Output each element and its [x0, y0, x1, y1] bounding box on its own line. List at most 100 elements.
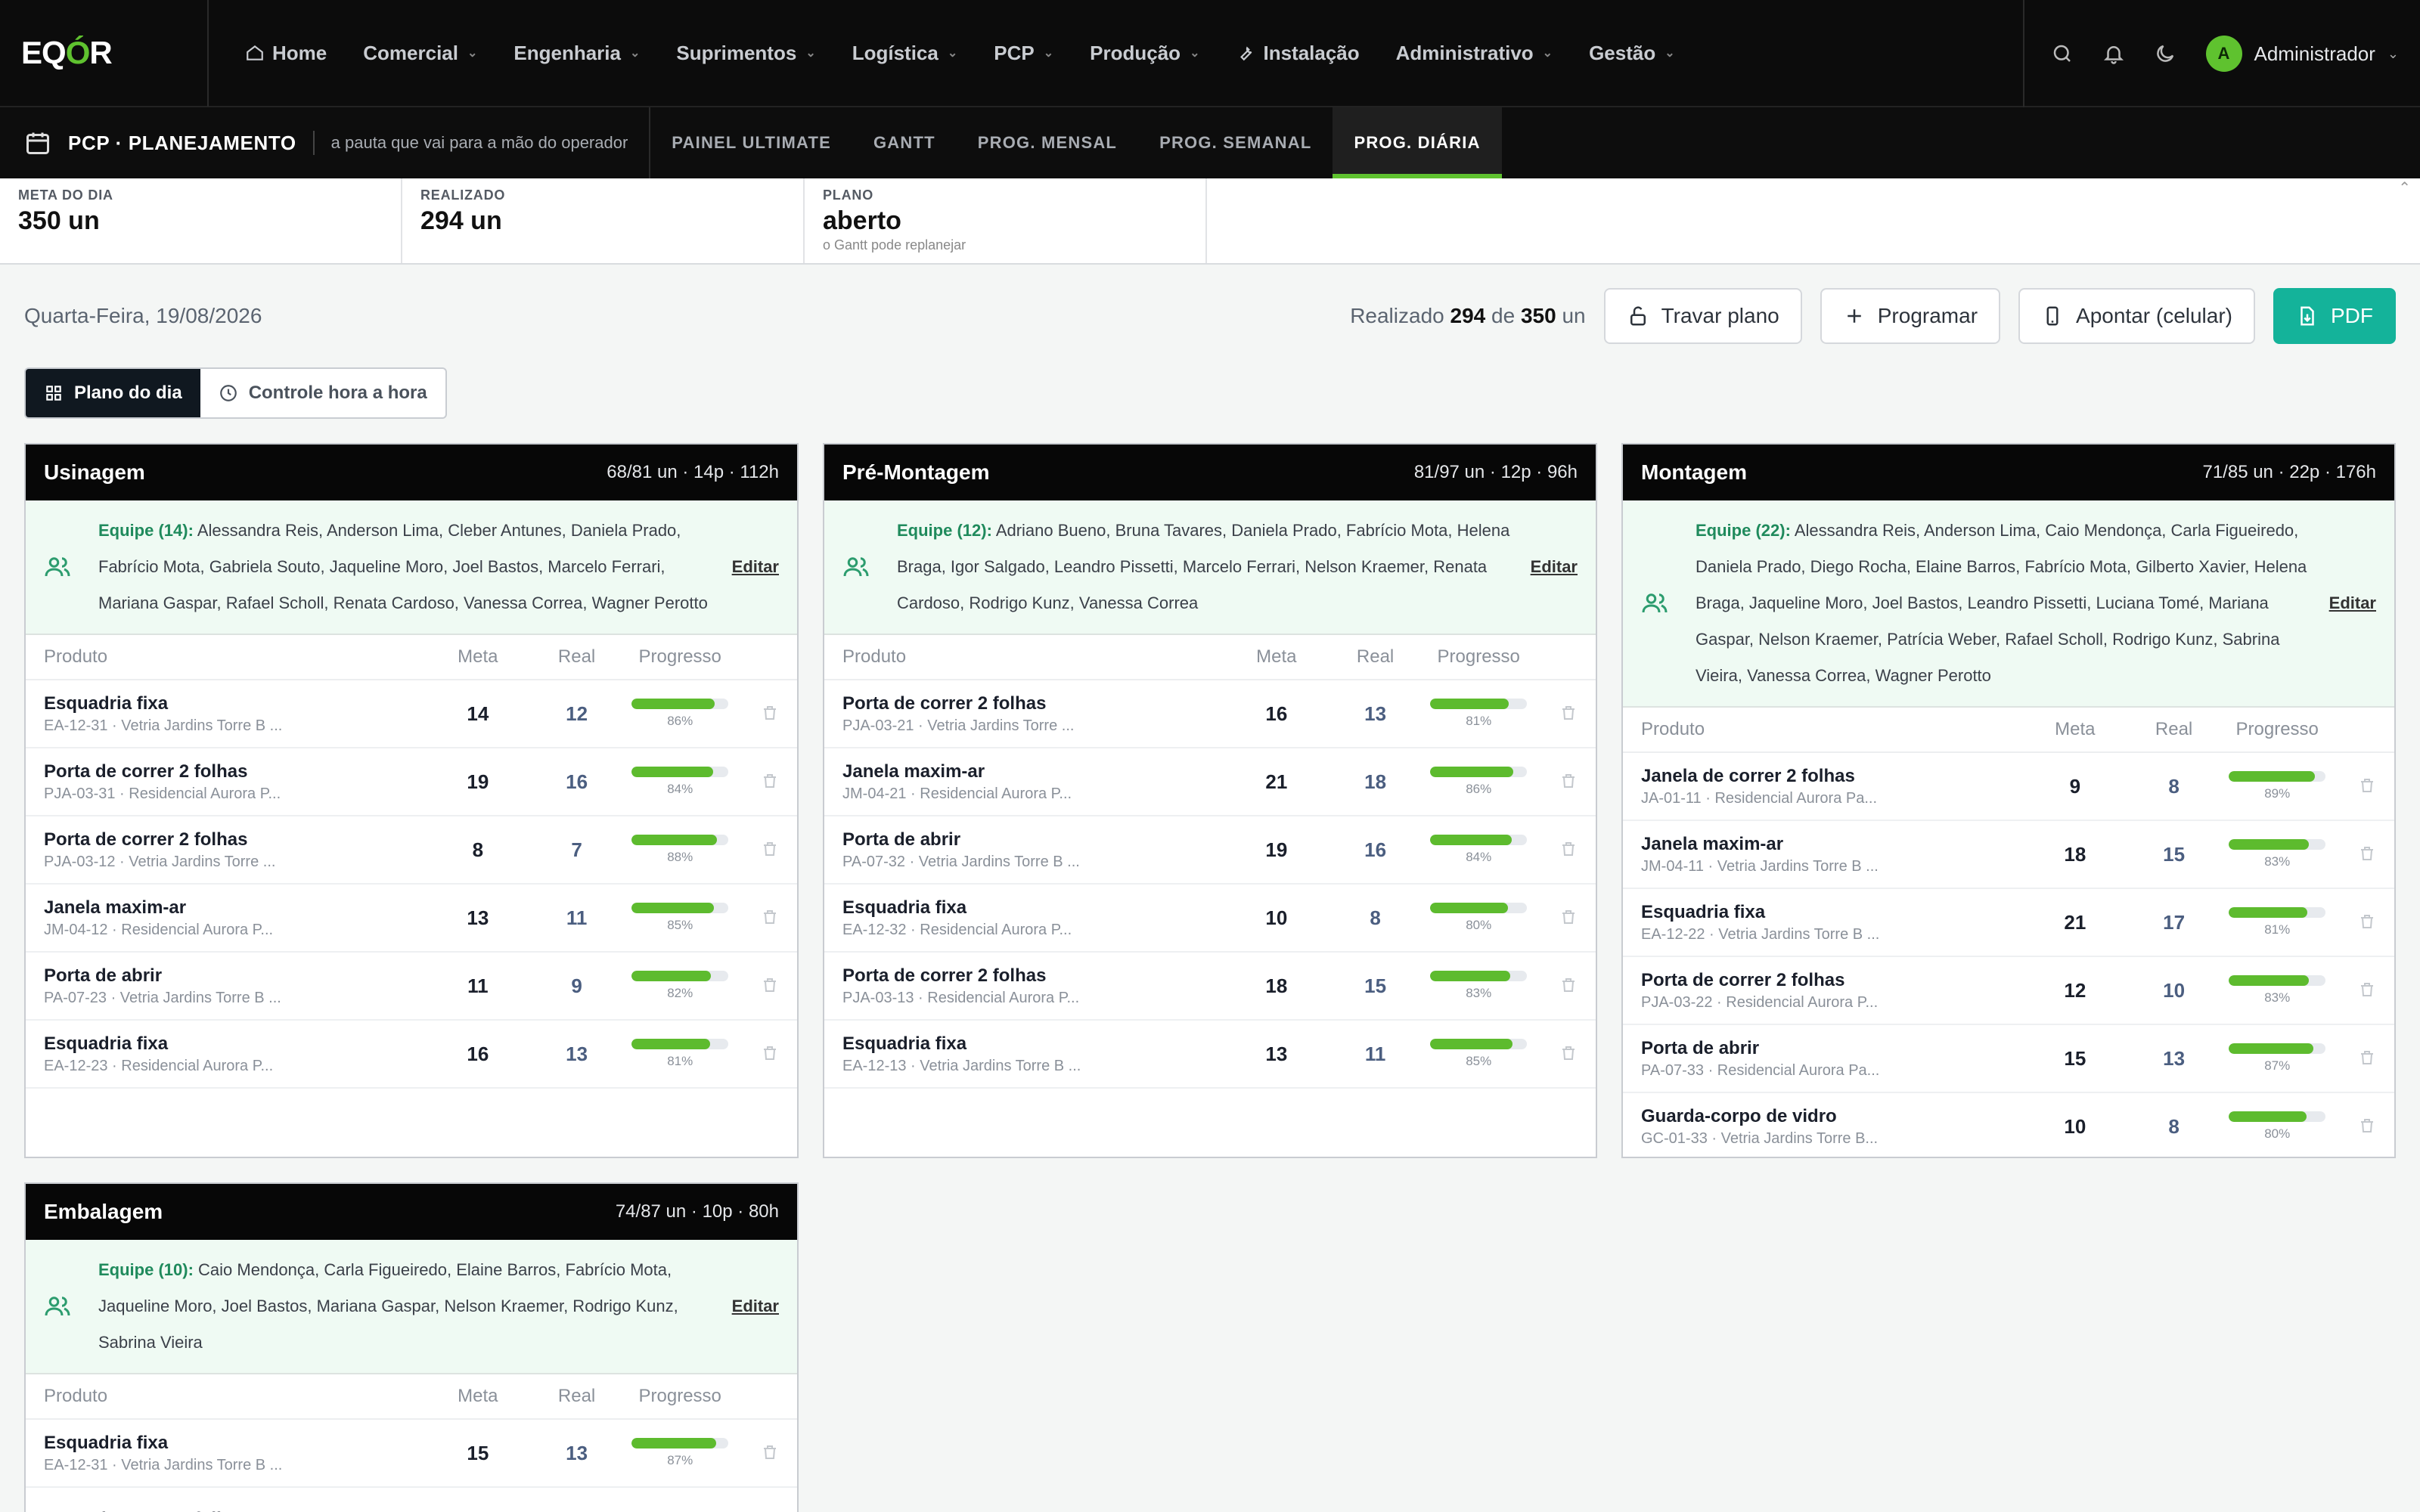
top-navbar: EQ Ó R Home Comercial ⌄ Engenharia ⌄ Suprimento…	[0, 0, 2420, 107]
product-code: GC-01-33 · Vetria Jardins Torre B...	[1641, 1129, 1879, 1147]
trash-icon[interactable]	[761, 1040, 779, 1060]
progress-percent: 80%	[2264, 1126, 2291, 1141]
nav-label: PCP	[994, 41, 1035, 64]
progress-bar	[2229, 1043, 2326, 1054]
table-row[interactable]: Esquadria fixa EA-12-31 · Vetria Jardins …	[26, 1420, 797, 1488]
edit-team-button[interactable]: Editar	[2329, 593, 2376, 613]
nav-item-instalao[interactable]: Instalação	[1218, 0, 1377, 107]
progress-bar	[2229, 771, 2326, 782]
chevron-down-icon: ⌄	[1542, 47, 1553, 60]
tab-painelultimate[interactable]: PAINEL ULTIMATE	[650, 107, 852, 178]
moon-icon[interactable]	[2139, 28, 2191, 79]
search-icon[interactable]	[2037, 28, 2088, 79]
edit-team-button[interactable]: Editar	[732, 557, 779, 577]
trash-icon[interactable]	[2358, 1113, 2376, 1132]
trash-icon[interactable]	[1559, 904, 1578, 924]
schedule-button[interactable]: Programar	[1820, 288, 2001, 344]
table-row[interactable]: Esquadria fixa EA-12-31 · Vetria Jardins …	[26, 680, 797, 748]
progress-bar	[631, 971, 729, 981]
meta-value: 9	[2069, 774, 2081, 798]
chevron-down-icon: ⌄	[947, 47, 958, 60]
brand-logo[interactable]: EQ Ó R	[0, 0, 209, 107]
meta-value: 19	[1265, 838, 1288, 861]
chevron-up-icon[interactable]: ⌃	[2398, 178, 2411, 197]
table-row[interactable]: Porta de abrir PA-07-32 · Vetria Jardins …	[824, 816, 1596, 885]
table-row[interactable]: Porta de correr 2 folhas PJA-03-13 · Resi…	[824, 953, 1596, 1021]
trash-icon[interactable]	[761, 1439, 779, 1459]
trash-icon[interactable]	[2358, 977, 2376, 996]
tab-progmensal[interactable]: PROG. MENSAL	[957, 107, 1138, 178]
nav-item-pcp[interactable]: PCP ⌄	[976, 0, 1072, 107]
trash-icon[interactable]	[1559, 700, 1578, 720]
team-label: Equipe (22):	[1696, 521, 1791, 540]
product-name: Janela maxim-ar	[44, 897, 187, 918]
bell-icon[interactable]	[2088, 28, 2139, 79]
view-plan-button[interactable]: Plano do dia	[26, 369, 200, 417]
trash-icon[interactable]	[1559, 768, 1578, 788]
trash-icon[interactable]	[761, 768, 779, 788]
product-name: Porta de correr 2 folhas	[44, 829, 248, 850]
users-icon	[44, 1293, 71, 1320]
trash-icon[interactable]	[2358, 773, 2376, 792]
nav-item-home[interactable]: Home	[227, 0, 345, 107]
table-row[interactable]: Porta de correr 2 folhas	[26, 1488, 797, 1512]
nav-item-produo[interactable]: Produção ⌄	[1072, 0, 1218, 107]
trash-icon[interactable]	[761, 904, 779, 924]
edit-team-button[interactable]: Editar	[1531, 557, 1578, 577]
real-value: 12	[566, 702, 588, 725]
plus-icon	[1848, 309, 1861, 323]
edit-team-button[interactable]: Editar	[732, 1297, 779, 1316]
view-hourly-button[interactable]: Controle hora a hora	[200, 369, 445, 417]
trash-icon[interactable]	[1559, 1040, 1578, 1060]
trash-icon[interactable]	[2358, 909, 2376, 928]
nav-item-administrativo[interactable]: Administrativo ⌄	[1378, 0, 1571, 107]
chevron-down-icon: ⌄	[629, 47, 641, 60]
tab-progsemanal[interactable]: PROG. SEMANAL	[1138, 107, 1333, 178]
table-row[interactable]: Esquadria fixa EA-12-13 · Vetria Jardins …	[824, 1021, 1596, 1089]
product-code: PJA-03-12 · Vetria Jardins Torre ...	[44, 853, 276, 870]
trash-icon[interactable]	[2358, 1045, 2376, 1064]
table-row[interactable]: Porta de correr 2 folhas PJA-03-12 · Vetr…	[26, 816, 797, 885]
progress-percent: 84%	[667, 782, 693, 796]
table-row[interactable]: Esquadria fixa EA-12-32 · Residencial Aur…	[824, 885, 1596, 953]
kpi-label: REALIZADO	[420, 187, 506, 203]
table-row[interactable]: Janela maxim-ar JM-04-21 · Residencial Au…	[824, 748, 1596, 816]
table-row[interactable]: Porta de correr 2 folhas PJA-03-31 · Resi…	[26, 748, 797, 816]
table-row[interactable]: Porta de abrir PA-07-23 · Vetria Jardins …	[26, 953, 797, 1021]
home-icon	[245, 43, 265, 63]
kpi-value: aberto	[823, 206, 901, 235]
tab-gantt[interactable]: GANTT	[852, 107, 957, 178]
trash-icon[interactable]	[2358, 841, 2376, 860]
module-bar: PCP · PLANEJAMENTO a pauta que vai para …	[0, 107, 2420, 178]
trash-icon[interactable]	[761, 1507, 779, 1512]
tab-progdiria[interactable]: PROG. DIÁRIA	[1333, 107, 1502, 178]
trash-icon[interactable]	[761, 700, 779, 720]
kpi-plano: PLANO aberto o Gantt pode replanejar	[805, 178, 1207, 263]
nav-item-gesto[interactable]: Gestão ⌄	[1571, 0, 1693, 107]
pdf-button[interactable]: PDF	[2273, 288, 2396, 344]
table-row[interactable]: Janela maxim-ar JM-04-12 · Residencial Au…	[26, 885, 797, 953]
user-menu[interactable]: A Administrador ⌄	[2191, 36, 2420, 72]
meta-value: 16	[1265, 702, 1288, 725]
nav-item-suprimentos[interactable]: Suprimentos ⌄	[658, 0, 833, 107]
report-mobile-button[interactable]: Apontar (celular)	[2018, 288, 2255, 344]
table-row[interactable]: Janela de correr 2 folhas JA-01-11 · Resi…	[1623, 753, 2394, 821]
table-row[interactable]: Porta de correr 2 folhas PJA-03-21 · Vetr…	[824, 680, 1596, 748]
trash-icon[interactable]	[1559, 836, 1578, 856]
nav-item-engenharia[interactable]: Engenharia ⌄	[495, 0, 658, 107]
table-row[interactable]: Porta de abrir PA-07-33 · Residencial Aur…	[1623, 1025, 2394, 1093]
trash-icon[interactable]	[761, 972, 779, 992]
table-row[interactable]: Esquadria fixa EA-12-23 · Residencial Aur…	[26, 1021, 797, 1089]
table-row[interactable]: Guarda-corpo de vidro GC-01-33 · Vetria J…	[1623, 1093, 2394, 1157]
product-code: EA-12-31 · Vetria Jardins Torre B ...	[44, 1456, 283, 1473]
product-name: Esquadria fixa	[44, 692, 169, 714]
table-row[interactable]: Janela maxim-ar JM-04-11 · Vetria Jardins…	[1623, 821, 2394, 889]
real-value: 13	[1364, 702, 1387, 725]
nav-item-comercial[interactable]: Comercial ⌄	[345, 0, 495, 107]
table-row[interactable]: Porta de correr 2 folhas PJA-03-22 · Resi…	[1623, 957, 2394, 1025]
trash-icon[interactable]	[761, 836, 779, 856]
trash-icon[interactable]	[1559, 972, 1578, 992]
table-row[interactable]: Esquadria fixa EA-12-22 · Vetria Jardins …	[1623, 889, 2394, 957]
lock-plan-button[interactable]: Travar plano	[1603, 288, 1802, 344]
nav-item-logstica[interactable]: Logística ⌄	[834, 0, 976, 107]
